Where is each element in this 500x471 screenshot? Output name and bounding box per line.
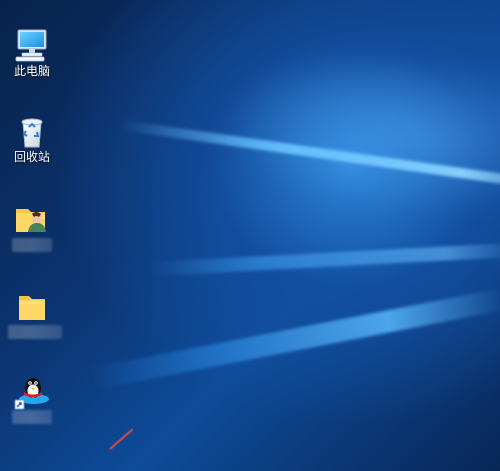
qq-icon [12, 371, 52, 411]
wallpaper-light-beam [89, 288, 500, 390]
desktop-icon-label-blurred [12, 238, 52, 252]
desktop-icon-user-folder[interactable] [0, 193, 64, 265]
desktop-icon-qq[interactable] [0, 365, 64, 437]
desktop-icon-recycle-bin[interactable]: 回收站 [0, 106, 64, 178]
folder-icon [12, 286, 52, 326]
desktop-icon-label: 此电脑 [13, 64, 50, 78]
wallpaper-glow [214, 40, 500, 221]
desktop-icon-this-pc[interactable]: 此电脑 [0, 20, 64, 92]
desktop-icon-label-blurred [12, 410, 52, 424]
user-folder-icon [12, 199, 52, 239]
desktop-icon-label: 回收站 [13, 150, 50, 164]
recycle-bin-icon [12, 112, 52, 152]
desktop-icon-column: 此电脑 回收站 [0, 0, 64, 471]
desktop-icon-folder[interactable] [0, 280, 64, 352]
this-pc-icon [12, 26, 52, 66]
desktop-wallpaper [0, 0, 500, 471]
wallpaper-light-beam [149, 242, 500, 276]
desktop-icon-label-blurred [8, 325, 62, 339]
